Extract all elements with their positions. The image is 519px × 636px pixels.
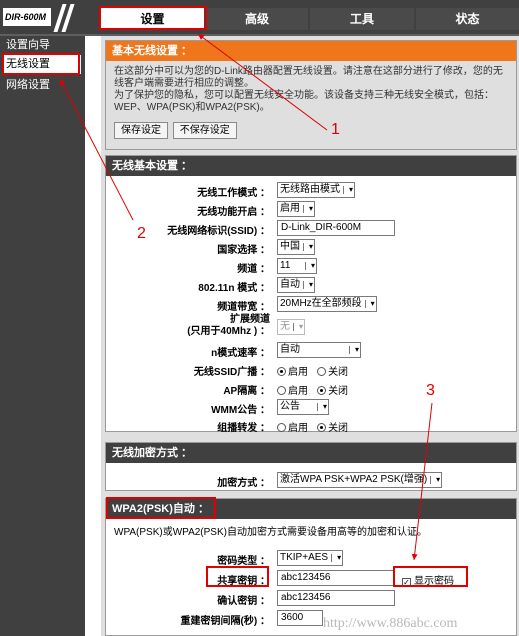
annotation-number-2: 2 (137, 225, 146, 242)
annotation-arrow-2 (59, 78, 134, 221)
annotation-number-1: 1 (331, 121, 340, 138)
annotation-number-3: 3 (426, 382, 435, 399)
annotation-arrow-3 (411, 402, 433, 561)
annotation-arrow-1 (197, 33, 328, 131)
annotation-arrows (59, 33, 433, 561)
watermark: http://www.886abc.com (323, 616, 458, 631)
